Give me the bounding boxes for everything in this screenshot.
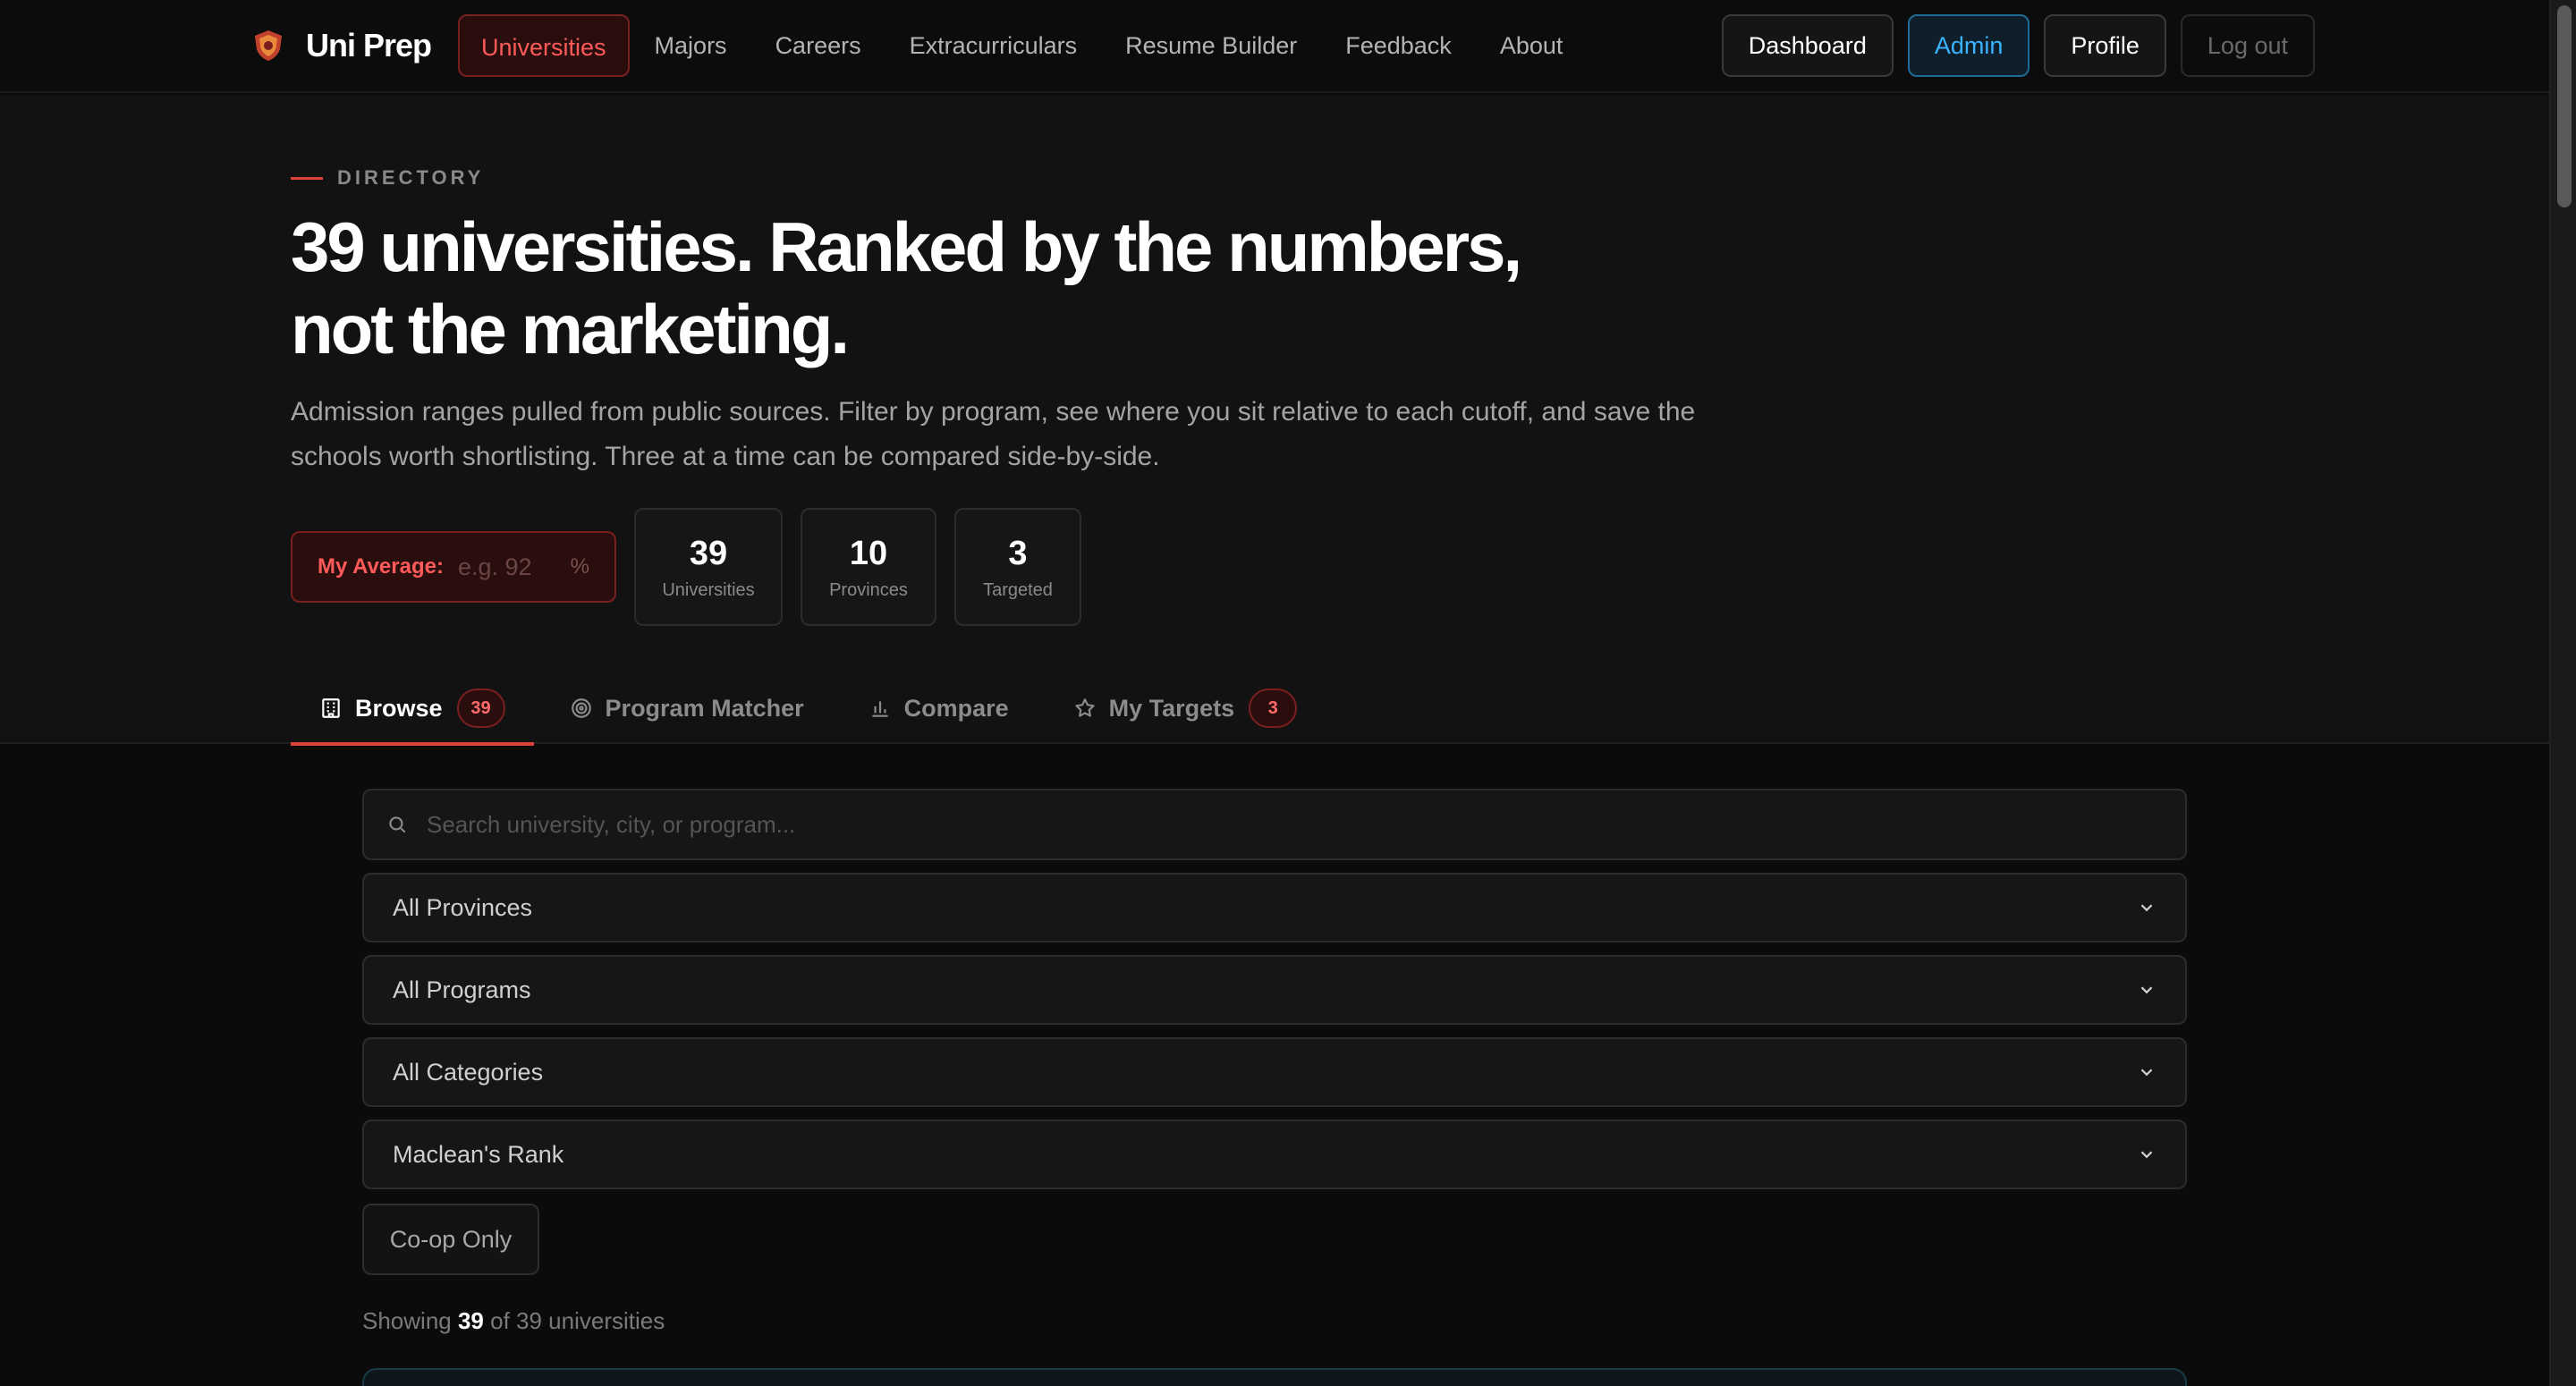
search-input[interactable] bbox=[427, 810, 2164, 839]
scrollbar-thumb[interactable] bbox=[2557, 5, 2572, 207]
tab-program-matcher[interactable]: Program Matcher bbox=[541, 672, 833, 744]
page-title-line-1: 39 universities. Ranked by the numbers, bbox=[291, 207, 1522, 286]
stat-card-provinces: 10 Provinces bbox=[801, 508, 936, 626]
coop-only-toggle[interactable]: Co-op Only bbox=[362, 1204, 539, 1275]
tab-label: Program Matcher bbox=[605, 694, 804, 722]
nav-link-extracurriculars[interactable]: Extracurriculars bbox=[886, 14, 1101, 77]
eyebrow: DIRECTORY bbox=[291, 166, 484, 190]
results-prefix: Showing bbox=[362, 1307, 452, 1334]
search-box[interactable] bbox=[362, 789, 2187, 860]
eyebrow-accent-line bbox=[291, 176, 323, 180]
tab-label: Compare bbox=[903, 694, 1009, 722]
program-select[interactable]: All Programs bbox=[362, 955, 2187, 1025]
admin-button[interactable]: Admin bbox=[1907, 14, 2030, 77]
nav-link-careers[interactable]: Careers bbox=[752, 14, 885, 77]
sort-select[interactable]: Maclean's Rank bbox=[362, 1120, 2187, 1189]
page-title: 39 universities. Ranked by the numbers, … bbox=[291, 206, 1722, 370]
nav-link-universities[interactable]: Universities bbox=[458, 14, 630, 77]
target-icon bbox=[570, 697, 593, 720]
page-description: Admission ranges pulled from public sour… bbox=[291, 397, 1696, 471]
page-title-line-2: not the marketing. bbox=[291, 290, 850, 368]
crest-icon bbox=[250, 28, 286, 63]
tab-count-badge: 3 bbox=[1249, 689, 1298, 728]
brand-name: Uni Prep bbox=[306, 27, 432, 63]
nav-link-about[interactable]: About bbox=[1477, 14, 1587, 77]
browse-panel: All Provinces All Programs All Categorie… bbox=[0, 746, 2549, 1386]
nav-link-majors[interactable]: Majors bbox=[631, 14, 750, 77]
tab-compare[interactable]: Compare bbox=[840, 672, 1038, 744]
sort-select-value: Maclean's Rank bbox=[393, 1140, 564, 1168]
stat-card-universities: 39 Universities bbox=[634, 508, 783, 626]
tab-label: Browse bbox=[355, 694, 443, 722]
stat-value: 10 bbox=[849, 534, 888, 572]
university-card[interactable] bbox=[362, 1368, 2187, 1386]
my-average-label: My Average: bbox=[318, 554, 444, 579]
eyebrow-text: DIRECTORY bbox=[337, 166, 485, 189]
stat-label: Provinces bbox=[829, 579, 908, 600]
chevron-down-icon bbox=[2137, 980, 2157, 1000]
chevron-down-icon bbox=[2137, 1062, 2157, 1082]
tab-label: My Targets bbox=[1108, 694, 1235, 722]
logout-button[interactable]: Log out bbox=[2180, 14, 2315, 77]
nav-link-resume-builder[interactable]: Resume Builder bbox=[1102, 14, 1320, 77]
dashboard-button[interactable]: Dashboard bbox=[1721, 14, 1894, 77]
results-count: Showing 39 of 39 universities bbox=[362, 1307, 665, 1335]
view-tabs: Browse 39 Program Matcher Compare My Tar… bbox=[291, 672, 2258, 746]
program-select-value: All Programs bbox=[393, 976, 531, 1003]
hero-section: DIRECTORY 39 universities. Ranked by the… bbox=[0, 95, 2549, 746]
stat-label: Universities bbox=[662, 579, 755, 600]
search-icon bbox=[386, 813, 409, 836]
chevron-down-icon bbox=[2137, 898, 2157, 917]
star-icon bbox=[1073, 697, 1097, 720]
nav-links: Universities Majors Careers Extracurricu… bbox=[458, 14, 1588, 77]
stat-label: Targeted bbox=[983, 579, 1053, 600]
building-icon bbox=[319, 697, 343, 720]
stat-card-targeted: 3 Targeted bbox=[954, 508, 1081, 626]
category-select-value: All Categories bbox=[393, 1058, 544, 1086]
province-select-value: All Provinces bbox=[393, 893, 533, 921]
stat-value: 39 bbox=[689, 534, 728, 572]
category-select[interactable]: All Categories bbox=[362, 1037, 2187, 1107]
stats-row: My Average: % 39 Universities 10 Provinc… bbox=[291, 508, 1099, 626]
results-number: 39 bbox=[457, 1307, 484, 1334]
brand[interactable]: Uni Prep bbox=[250, 23, 432, 68]
tab-browse[interactable]: Browse 39 bbox=[291, 672, 534, 746]
province-select[interactable]: All Provinces bbox=[362, 873, 2187, 942]
tab-my-targets[interactable]: My Targets 3 bbox=[1045, 672, 1326, 744]
bar-chart-icon bbox=[869, 697, 892, 720]
profile-button[interactable]: Profile bbox=[2044, 14, 2166, 77]
my-average-field[interactable]: My Average: % bbox=[291, 531, 616, 603]
top-nav: Uni Prep Universities Majors Careers Ext… bbox=[0, 0, 2549, 93]
stat-value: 3 bbox=[1008, 534, 1028, 572]
page-scrollbar[interactable] bbox=[2549, 0, 2576, 1386]
chevron-down-icon bbox=[2137, 1145, 2157, 1164]
nav-actions: Dashboard Admin Profile Log out bbox=[1707, 14, 2315, 77]
nav-link-feedback[interactable]: Feedback bbox=[1322, 14, 1475, 77]
results-suffix: of 39 universities bbox=[490, 1307, 665, 1334]
tab-count-badge: 39 bbox=[456, 689, 505, 728]
percent-unit: % bbox=[570, 554, 589, 579]
my-average-input[interactable] bbox=[457, 553, 547, 581]
